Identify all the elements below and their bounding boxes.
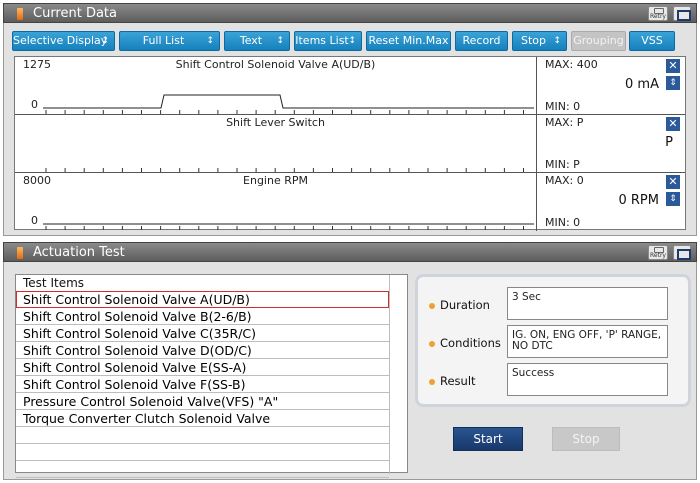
- retry-icon[interactable]: Retry: [648, 6, 668, 21]
- panel-marker-icon: [17, 8, 23, 20]
- current-data-panel: Selective Display ↕ Full List ↕ Text ↕ Items L…: [3, 23, 697, 236]
- graph-max-value: MAX: 400: [545, 58, 598, 71]
- test-item-label: Shift Control Solenoid Valve B(2-6/B): [23, 309, 252, 324]
- test-item-label: Shift Control Solenoid Valve D(OD/C): [23, 343, 252, 358]
- panel-marker-icon: [17, 247, 23, 259]
- window-icon[interactable]: [673, 6, 691, 21]
- graph-max-value: MAX: P: [545, 116, 584, 129]
- graph-row-engine-rpm: 8000 Engine RPM 0 MAX: 0 0 RPM MIN: 0 ✕ …: [15, 173, 685, 231]
- graph-plot: 8000 Engine RPM 0: [15, 173, 536, 231]
- graph-max-value: MAX: 0: [545, 174, 584, 187]
- caret-icon: ↕: [101, 36, 109, 46]
- toolbar-button-label: Full List: [142, 34, 185, 47]
- conditions-value: IG. ON, ENG OFF, 'P' RANGE, NO DTC: [507, 325, 668, 358]
- retry-icon[interactable]: Retry: [648, 245, 668, 260]
- duration-label: Duration: [440, 298, 490, 312]
- conditions-row: Conditions IG. ON, ENG OFF, 'P' RANGE, N…: [418, 325, 688, 365]
- caret-icon: ↕: [348, 36, 356, 46]
- toolbar-button-label: Reset Min.Max: [368, 34, 449, 47]
- caret-icon: ↕: [553, 36, 561, 46]
- up-down-icon[interactable]: ⇕: [666, 192, 680, 206]
- graph-row-solenoid-a: 1275 Shift Control Solenoid Valve A(UD/B…: [15, 57, 685, 115]
- toolbar-button-full-list[interactable]: Full List ↕: [119, 31, 220, 51]
- toolbar-button-label: Grouping: [573, 34, 624, 47]
- test-items-header: Test Items: [23, 276, 85, 290]
- test-item-label: Shift Control Solenoid Valve F(SS-B): [23, 377, 246, 392]
- test-item-row: [16, 444, 389, 461]
- graph-current-value: P: [665, 135, 673, 150]
- test-item-label: Shift Control Solenoid Valve A(UD/B): [23, 292, 250, 307]
- signal-line: [43, 94, 534, 109]
- actuation-test-header: Actuation Test Retry: [3, 242, 697, 262]
- test-item-label: Pressure Control Solenoid Valve(VFS) "A": [23, 394, 279, 409]
- conditions-label: Conditions: [440, 336, 501, 350]
- window-icon[interactable]: [673, 245, 691, 260]
- toolbar-button-label: VSS: [641, 34, 663, 47]
- close-icon[interactable]: ✕: [666, 175, 680, 189]
- test-item-label: Shift Control Solenoid Valve C(35R/C): [23, 326, 257, 341]
- close-icon[interactable]: ✕: [666, 117, 680, 131]
- caret-icon: ↕: [206, 36, 214, 46]
- graph-row-shift-lever: Shift Lever Switch MAX: P P MIN: P ✕: [15, 115, 685, 173]
- up-down-icon[interactable]: ⇕: [666, 76, 680, 90]
- test-item-row[interactable]: Shift Control Solenoid Valve E(SS-A): [16, 359, 389, 376]
- graph-min-value: MIN: 0: [545, 100, 581, 113]
- bullet-icon: [429, 379, 435, 385]
- start-button[interactable]: Start: [453, 427, 523, 451]
- actuation-test-title: Actuation Test: [33, 245, 125, 260]
- graph-signal-shift-lever: [45, 168, 524, 172]
- graph-plot: Shift Lever Switch: [15, 115, 536, 173]
- stop-button[interactable]: Stop: [552, 427, 620, 451]
- bullet-icon: [429, 341, 435, 347]
- result-label: Result: [440, 374, 476, 388]
- toolbar-button-stop[interactable]: Stop ↕: [512, 31, 567, 51]
- graph-min-value: MIN: P: [545, 158, 580, 171]
- toolbar-button-label: Text: [239, 34, 263, 47]
- test-item-row: [16, 461, 389, 478]
- result-row: Result Success: [418, 363, 688, 403]
- current-data-title: Current Data: [33, 6, 117, 21]
- test-item-row[interactable]: Pressure Control Solenoid Valve(VFS) "A": [16, 393, 389, 410]
- graph-current-value: 0 mA: [625, 77, 659, 92]
- duration-row: Duration 3 Sec: [418, 287, 688, 327]
- bullet-icon: [429, 303, 435, 309]
- graph-side-panel: MAX: 400 0 mA MIN: 0 ✕ ⇕: [536, 57, 685, 115]
- graph-area: 1275 Shift Control Solenoid Valve A(UD/B…: [14, 56, 686, 231]
- toolbar-button-grouping[interactable]: Grouping: [571, 31, 626, 51]
- actuation-test-panel: Test Items Shift Control Solenoid Valve …: [3, 262, 697, 480]
- toolbar-button-label: Stop: [520, 34, 546, 47]
- test-item-row[interactable]: Shift Control Solenoid Valve C(35R/C): [16, 325, 389, 342]
- toolbar-button-label: Record: [462, 34, 501, 47]
- graph-plot: 1275 Shift Control Solenoid Valve A(UD/B…: [15, 57, 536, 115]
- test-item-row: [16, 427, 389, 444]
- toolbar-button-items-list[interactable]: Items List ↕: [294, 31, 362, 51]
- graph-current-value: 0 RPM: [618, 193, 660, 208]
- duration-value: 3 Sec: [507, 287, 668, 320]
- test-item-row[interactable]: Shift Control Solenoid Valve A(UD/B): [16, 291, 389, 308]
- toolbar-button-selective-display[interactable]: Selective Display ↕: [12, 31, 115, 51]
- toolbar-button-vss[interactable]: VSS: [629, 31, 675, 51]
- test-info-box: Duration 3 Sec Conditions IG. ON, ENG OF…: [415, 274, 691, 407]
- test-item-label: Torque Converter Clutch Solenoid Valve: [23, 411, 271, 426]
- test-item-row[interactable]: Shift Control Solenoid Valve F(SS-B): [16, 376, 389, 393]
- test-items-table: Test Items Shift Control Solenoid Valve …: [15, 274, 408, 478]
- graph-signal-engine-rpm: [43, 223, 534, 230]
- test-item-row[interactable]: Shift Control Solenoid Valve B(2-6/B): [16, 308, 389, 325]
- test-item-row[interactable]: Shift Control Solenoid Valve D(OD/C): [16, 342, 389, 359]
- caret-icon: ↕: [276, 36, 284, 46]
- test-item-label: Shift Control Solenoid Valve E(SS-A): [23, 360, 247, 375]
- toolbar-button-text[interactable]: Text ↕: [224, 31, 290, 51]
- test-item-row[interactable]: Torque Converter Clutch Solenoid Valve: [16, 410, 389, 427]
- graph-min-value: MIN: 0: [545, 216, 581, 229]
- close-icon[interactable]: ✕: [666, 59, 680, 73]
- graph-signal-solenoid-a: [43, 94, 534, 114]
- toolbar-button-reset-min-max[interactable]: Reset Min.Max: [366, 31, 451, 51]
- current-data-header: Current Data Retry: [3, 3, 697, 23]
- toolbar-button-record[interactable]: Record: [455, 31, 508, 51]
- result-value: Success: [507, 363, 668, 396]
- graph-side-panel: MAX: P P MIN: P ✕: [536, 115, 685, 173]
- table-column-divider: [389, 275, 390, 474]
- graph-side-panel: MAX: 0 0 RPM MIN: 0 ✕ ⇕: [536, 173, 685, 231]
